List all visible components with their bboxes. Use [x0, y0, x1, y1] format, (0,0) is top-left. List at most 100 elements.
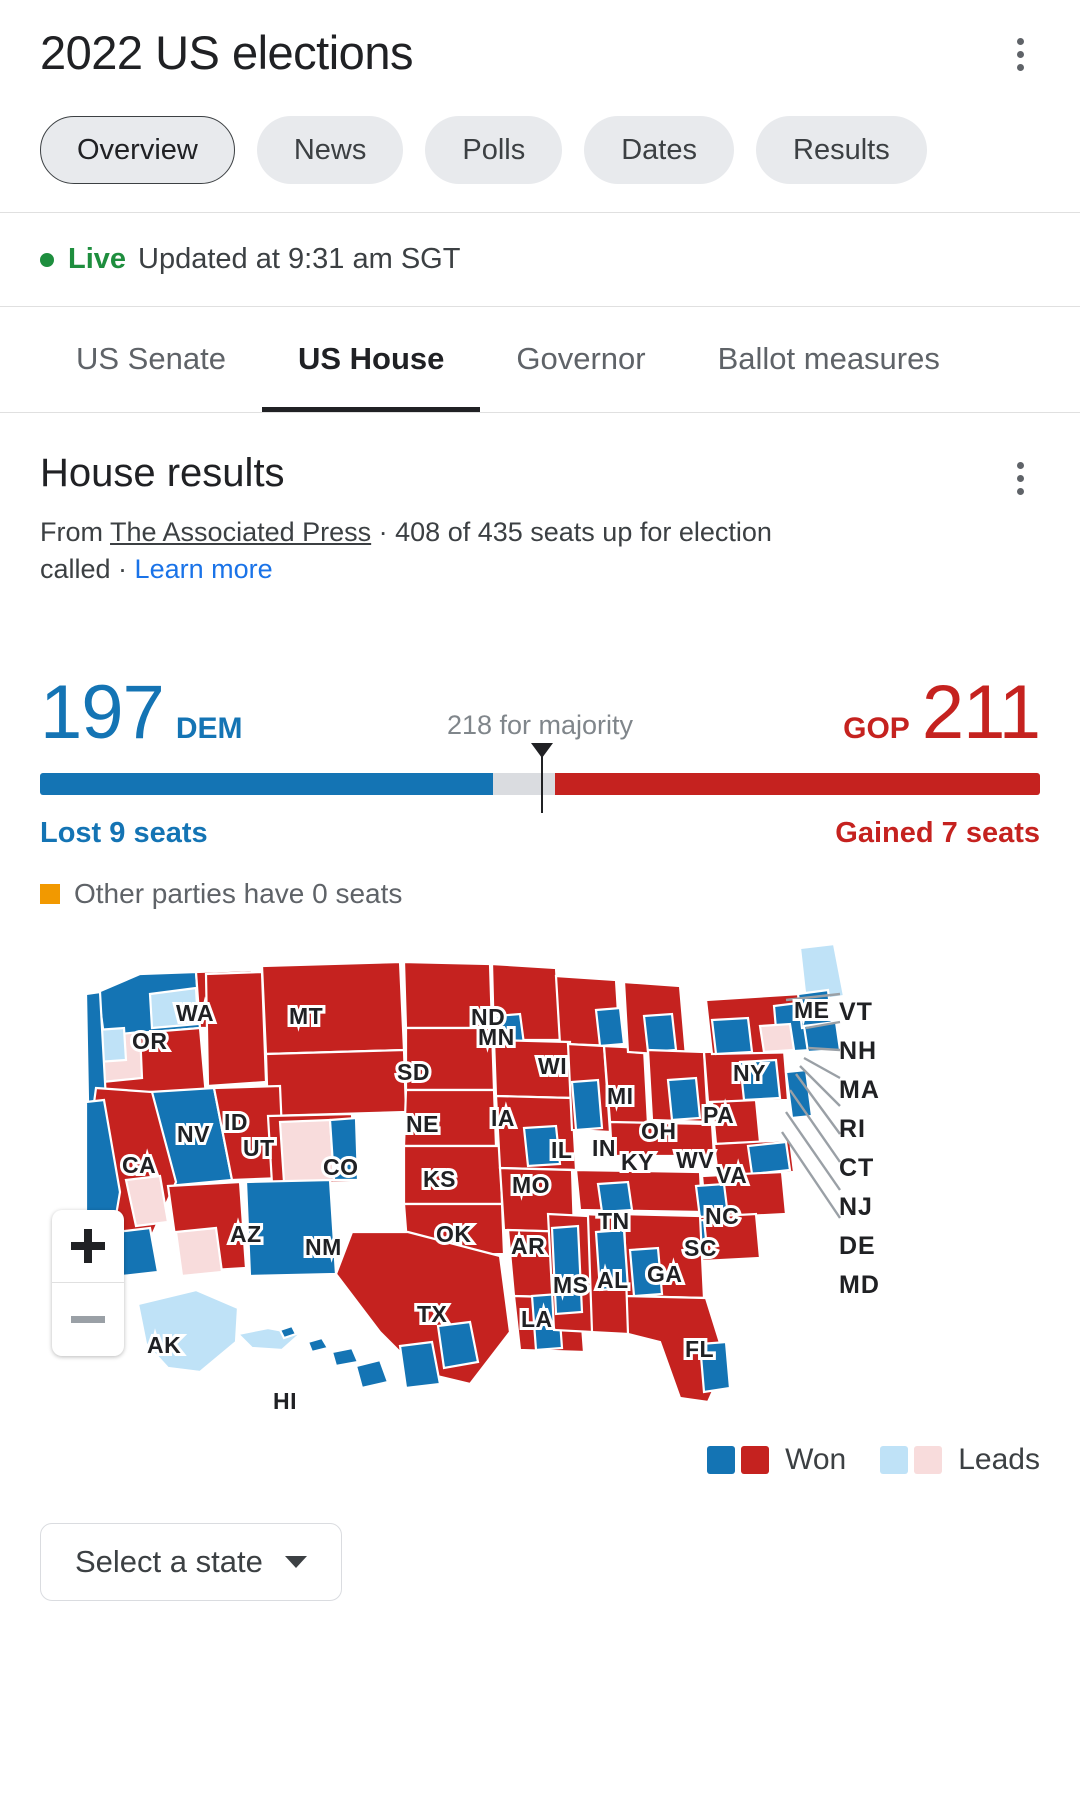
dem-tally: 197 DEM: [40, 669, 242, 755]
results-title: House results: [40, 451, 285, 496]
live-label: Live: [68, 243, 127, 276]
election-results-page: 2022 US elections Overview News Polls Da…: [0, 0, 1080, 1812]
map-state-label-sc[interactable]: SC SC: [681, 1232, 719, 1264]
map-state-label-ny[interactable]: NY NY: [730, 1057, 768, 1089]
map-callout-label-ct[interactable]: CT: [839, 1154, 874, 1183]
kebab-dot: [1016, 474, 1024, 482]
source-link[interactable]: The Associated Press: [110, 517, 371, 547]
map-state-label-ne[interactable]: NE NE: [403, 1108, 441, 1140]
map-state-label-nc[interactable]: NC NC: [702, 1200, 742, 1232]
map-state-label-hi[interactable]: HI HI: [270, 1385, 300, 1417]
map-state-label-ga[interactable]: GA GA: [644, 1258, 685, 1290]
learn-more-link[interactable]: Learn more: [135, 554, 273, 584]
map-state-label-tn[interactable]: TN TN: [595, 1205, 632, 1237]
map-state-label-mt[interactable]: MT MT: [286, 1000, 326, 1032]
legend-swatch-dem-leads: [880, 1445, 909, 1474]
house-results-card: House results From The Associated Press …: [0, 413, 1080, 910]
live-status-bar: Live Updated at 9:31 am SGT: [0, 213, 1080, 308]
map-callout-label-vt[interactable]: VT: [839, 998, 873, 1027]
map-state-label-co[interactable]: CO CO: [320, 1151, 361, 1183]
gop-seat-change: Gained 7 seats: [835, 816, 1040, 849]
page-title: 2022 US elections: [40, 26, 413, 79]
map-callout-label-de[interactable]: DE: [839, 1232, 876, 1261]
map-zoom-controls[interactable]: [52, 1209, 124, 1356]
dem-seat-change: Lost 9 seats: [40, 816, 208, 849]
chip-tab-news[interactable]: News: [256, 116, 404, 185]
kebab-dot: [1016, 487, 1024, 495]
tab-us-house[interactable]: US House: [261, 307, 481, 413]
card-kebab-menu-icon[interactable]: [1000, 455, 1040, 501]
map-state-label-ia[interactable]: IA IA: [488, 1102, 518, 1134]
tab-governor[interactable]: Governor: [480, 307, 681, 412]
legend-label-won: Won: [785, 1442, 847, 1476]
majority-threshold-label: 218 for majority: [446, 709, 634, 740]
map-svg[interactable]: [0, 932, 1080, 1477]
kebab-dot: [1016, 37, 1024, 45]
map-callout-label-ma[interactable]: MA: [839, 1076, 880, 1105]
map-state-label-pa[interactable]: PA PA: [700, 1099, 737, 1131]
map-state-label-ms[interactable]: MS MS: [550, 1269, 591, 1301]
map-state-label-ut[interactable]: UT UT: [240, 1132, 277, 1164]
map-state-label-nv[interactable]: NV NV: [174, 1118, 212, 1150]
map-callout-label-nh[interactable]: NH: [839, 1037, 877, 1066]
map-callout-label-md[interactable]: MD: [839, 1271, 880, 1300]
select-state-dropdown[interactable]: Select a state: [40, 1522, 342, 1601]
page-header: 2022 US elections: [0, 0, 1080, 80]
map-state-label-mo[interactable]: MO MO: [509, 1169, 553, 1201]
chip-tab-overview[interactable]: Overview: [40, 116, 235, 185]
map-callout-label-nj[interactable]: NJ: [839, 1193, 873, 1222]
kebab-menu-icon[interactable]: [1000, 32, 1040, 76]
map-state-label-or[interactable]: OR OR: [129, 1025, 170, 1057]
map-callout-label-ri[interactable]: RI: [839, 1115, 866, 1144]
map-state-label-al[interactable]: AL AL: [594, 1264, 631, 1296]
map-state-label-sd[interactable]: SD SD: [394, 1056, 432, 1088]
gop-seat-count: 211: [921, 669, 1041, 755]
tab-ballot-measures[interactable]: Ballot measures: [682, 307, 976, 412]
kebab-dot: [1016, 461, 1024, 469]
map-state-label-wa[interactable]: WA WA: [173, 997, 217, 1029]
us-results-map[interactable]: WA WA OR OR ID ID MT MT ND ND SD SD NE NE MN MN WI WI MI MI…: [0, 932, 1080, 1477]
map-state-label-id[interactable]: ID ID: [221, 1106, 251, 1138]
map-state-label-la[interactable]: LA LA: [518, 1303, 555, 1335]
chip-tab-results[interactable]: Results: [756, 116, 927, 185]
map-state-label-wv[interactable]: WV WV: [673, 1144, 717, 1176]
gop-tally: GOP 211: [843, 669, 1041, 755]
map-state-label-ca[interactable]: CA CA: [119, 1149, 159, 1181]
map-state-label-ak[interactable]: AK AK: [144, 1329, 184, 1361]
map-state-label-ks[interactable]: KS KS: [420, 1163, 458, 1195]
gop-party-label: GOP: [843, 711, 910, 745]
map-state-label-in[interactable]: IN IN: [589, 1132, 619, 1164]
map-state-label-az[interactable]: AZ AZ: [227, 1218, 264, 1250]
seat-tally: 197 DEM 218 for majority GOP 211: [40, 641, 1041, 755]
zoom-in-button[interactable]: [52, 1210, 124, 1283]
map-state-label-me[interactable]: ME ME: [791, 994, 832, 1026]
chip-tabbar: Overview News Polls Dates Results: [0, 80, 1080, 214]
map-state-label-nm[interactable]: NM NM: [302, 1231, 344, 1263]
map-state-label-wi[interactable]: WI WI: [535, 1050, 570, 1082]
legend-swatch-dem-won: [707, 1445, 736, 1474]
seat-change-row: Lost 9 seats Gained 7 seats: [40, 817, 1040, 850]
plus-icon: [71, 1228, 105, 1263]
map-state-label-ky[interactable]: KY KY: [618, 1146, 656, 1178]
map-state-label-ok[interactable]: OK OK: [433, 1218, 474, 1250]
map-state-label-mi[interactable]: MI MI: [604, 1080, 636, 1112]
map-state-label-va[interactable]: VA VA: [713, 1159, 750, 1191]
chip-tab-polls[interactable]: Polls: [425, 116, 563, 185]
progress-dem-fill: [40, 772, 493, 795]
dem-seat-count: 197: [40, 669, 165, 755]
map-state-label-il[interactable]: IL IL: [548, 1134, 575, 1166]
map-state-label-tx[interactable]: TX TX: [414, 1298, 450, 1330]
live-updated-text: Updated at 9:31 am SGT: [138, 243, 461, 276]
attribution: From The Associated Press · 408 of 435 s…: [40, 514, 810, 589]
map-legend: Won Leads: [707, 1443, 1040, 1477]
zoom-out-button[interactable]: [52, 1283, 124, 1356]
race-tabbar: US Senate US House Governor Ballot measu…: [0, 307, 1080, 414]
map-state-label-fl[interactable]: FL FL: [682, 1333, 717, 1365]
map-state-label-ar[interactable]: AR AR: [508, 1230, 548, 1262]
map-state-label-mn[interactable]: MN MN: [475, 1021, 517, 1053]
chip-tab-dates[interactable]: Dates: [584, 116, 734, 185]
map-state-label-oh[interactable]: OH OH: [638, 1115, 679, 1147]
tab-us-senate[interactable]: US Senate: [40, 307, 262, 412]
live-dot-icon: [40, 252, 54, 267]
other-parties-row: Other parties have 0 seats: [40, 878, 1040, 910]
